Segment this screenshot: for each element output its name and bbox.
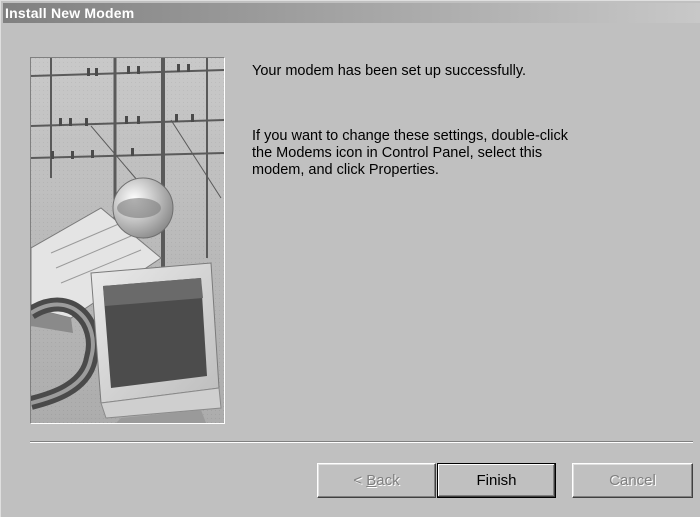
title-bar[interactable]: Install New Modem bbox=[3, 3, 700, 23]
wizard-illustration bbox=[30, 57, 225, 424]
finish-button[interactable]: Finish bbox=[437, 463, 556, 498]
instructions-text: If you want to change these settings, do… bbox=[252, 128, 568, 178]
separator-line bbox=[30, 441, 693, 443]
success-message: Your modem has been set up successfully. bbox=[252, 63, 527, 79]
install-modem-dialog: Install New Modem Your modem has been se… bbox=[0, 0, 700, 517]
back-button[interactable]: < Back bbox=[317, 463, 436, 498]
cancel-button[interactable]: Cancel bbox=[572, 463, 693, 498]
back-button-mnemonic: B bbox=[366, 472, 377, 489]
window-title: Install New Modem bbox=[5, 5, 135, 21]
back-button-label: ack bbox=[376, 472, 400, 489]
back-button-prefix: < bbox=[353, 472, 367, 489]
